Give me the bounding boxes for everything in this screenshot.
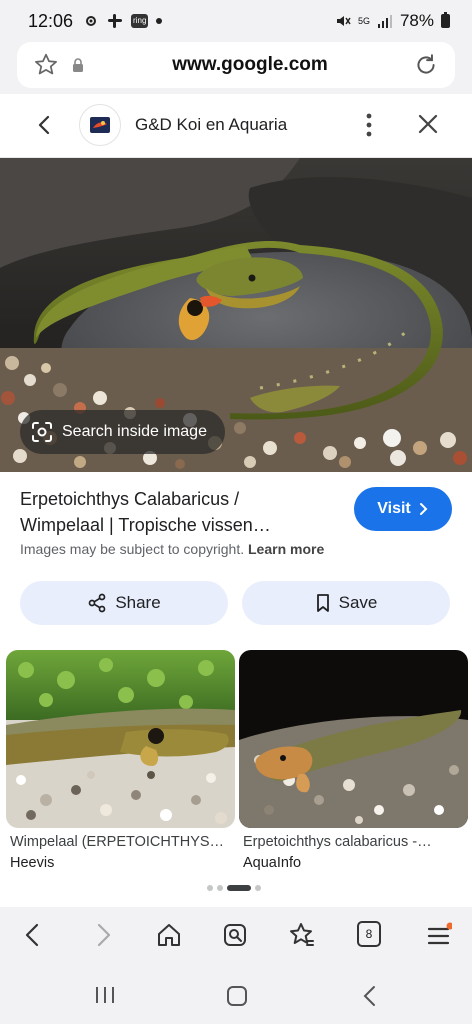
- system-icons: 5G 78%: [335, 11, 450, 31]
- pager-dot: [207, 885, 213, 891]
- url-text[interactable]: www.google.com: [87, 54, 413, 76]
- share-icon: [88, 593, 106, 613]
- site-name[interactable]: G&D Koi en Aquaria: [135, 115, 287, 135]
- star-icon[interactable]: [33, 52, 59, 78]
- share-button[interactable]: Share: [20, 581, 228, 625]
- lens-icon: [32, 422, 52, 442]
- system-back-icon[interactable]: [362, 985, 378, 1007]
- search-inside-image-button[interactable]: Search inside image: [20, 410, 225, 454]
- slack-icon: [108, 14, 123, 28]
- related-image-1[interactable]: [6, 650, 235, 828]
- signal-icon: [377, 15, 392, 28]
- save-label: Save: [338, 593, 378, 612]
- close-icon[interactable]: [416, 112, 440, 136]
- status-bar: 12:06 ring 5G 78%: [0, 0, 472, 42]
- battery-percent: 78%: [399, 11, 434, 30]
- main-image[interactable]: Search inside image: [0, 158, 472, 472]
- related-photo-1: [6, 650, 235, 828]
- mute-icon: [336, 16, 351, 26]
- forward-icon[interactable]: [92, 921, 114, 949]
- search-icon[interactable]: [222, 921, 248, 949]
- system-navigation-bar: [0, 965, 472, 1024]
- settings-icon: [86, 16, 97, 26]
- related-image-2[interactable]: [239, 650, 468, 828]
- result-title-line1: Erpetoichthys Calabaricus /: [20, 489, 240, 509]
- reload-icon[interactable]: [413, 52, 439, 78]
- pager-dot: [217, 885, 223, 891]
- search-inside-image-label: Search inside image: [62, 423, 207, 440]
- pager-dot: [255, 885, 261, 891]
- result-title-line2: Wimpelaal | Tropische vissen…: [20, 515, 271, 535]
- pager-dot-active: [227, 885, 251, 891]
- home-icon[interactable]: [156, 921, 182, 949]
- copyright-notice: Images may be subject to copyright. Lear…: [20, 541, 324, 557]
- related-caption-1[interactable]: Wimpelaal (ERPETOICHTHYS…: [10, 834, 232, 850]
- home-button-icon[interactable]: [226, 985, 248, 1007]
- network-type: 5G: [357, 15, 370, 26]
- image-viewer-header: G&D Koi en Aquaria: [0, 94, 472, 158]
- menu-icon[interactable]: [426, 921, 452, 949]
- clock: 12:06: [28, 10, 74, 31]
- chevron-right-icon: [419, 503, 428, 515]
- result-title[interactable]: Erpetoichthys Calabaricus / Wimpelaal | …: [20, 486, 340, 538]
- notification-icons: ring: [83, 13, 163, 29]
- tabs-icon[interactable]: 8: [357, 921, 381, 947]
- related-source-2: AquaInfo: [243, 855, 302, 871]
- lock-icon: [73, 58, 83, 72]
- related-source-1: Heevis: [10, 855, 55, 871]
- more-vert-icon[interactable]: [360, 112, 378, 138]
- address-bar[interactable]: www.google.com: [17, 42, 455, 88]
- more-notifications-dot: [156, 18, 163, 24]
- related-caption-2[interactable]: Erpetoichthys calabaricus -…: [243, 834, 465, 850]
- related-photo-2: [239, 650, 468, 828]
- ring-app-icon: ring: [131, 14, 149, 28]
- bookmark-star-icon[interactable]: [288, 921, 316, 949]
- visit-button[interactable]: Visit: [354, 487, 452, 531]
- carousel-pager: [207, 885, 261, 891]
- tabs-count: 8: [365, 927, 373, 941]
- browser-bottom-bar: 8: [0, 907, 472, 965]
- save-button[interactable]: Save: [242, 581, 450, 625]
- site-favicon: [79, 104, 121, 146]
- copyright-text: Images may be subject to copyright.: [20, 541, 245, 557]
- back-icon[interactable]: [22, 921, 44, 949]
- back-arrow-icon[interactable]: [34, 114, 56, 136]
- bookmark-icon: [316, 594, 329, 612]
- browser-toolbar: www.google.com: [0, 42, 472, 94]
- visit-label: Visit: [377, 500, 411, 517]
- recent-apps-icon[interactable]: [94, 985, 116, 1005]
- share-label: Share: [115, 593, 161, 612]
- learn-more-link[interactable]: Learn more: [248, 541, 324, 557]
- battery-icon: [441, 12, 450, 28]
